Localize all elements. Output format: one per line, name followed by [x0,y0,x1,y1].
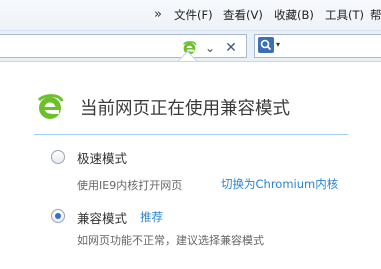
ie-logo-icon [37,94,64,119]
menu-favorites[interactable]: 收藏(B) [274,7,314,23]
radio-speed-mode[interactable] [51,150,65,164]
stop-close-icon[interactable]: ✕ [222,39,240,57]
address-input[interactable]: ⌄ ✕ [0,34,247,58]
menu-tools[interactable]: 工具(T) [325,7,364,23]
menu-help[interactable]: 帮 [370,7,381,23]
menu-bar: » 文件(F) 查看(V) 收藏(B) 工具(T) 帮 [0,0,381,30]
radio-compat-mode[interactable] [51,209,65,223]
compat-mode-popup: 当前网页正在使用兼容模式 极速模式 使用IE9内核打开网页 切换为Chromiu… [0,61,381,269]
menu-file[interactable]: 文件(F) [174,7,213,23]
title-divider [34,134,348,135]
compat-mode-label[interactable]: 兼容模式 [77,208,127,227]
menu-view[interactable]: 查看(V) [223,7,263,23]
more-menus-chevron[interactable]: » [154,7,162,22]
search-engine-dropdown-icon[interactable]: ▾ [276,40,280,49]
speed-mode-label[interactable]: 极速模式 [77,148,127,167]
popup-title: 当前网页正在使用兼容模式 [80,99,290,119]
speed-mode-description: 使用IE9内核打开网页 [77,179,183,192]
recommended-badge: 推荐 [140,210,163,224]
switch-chromium-link[interactable]: 切换为Chromium内核 [221,176,338,192]
address-dropdown-icon[interactable]: ⌄ [201,39,219,57]
compat-mode-description: 如网页功能不正常，建议选择兼容模式 [77,234,264,247]
search-input[interactable]: ▾ [254,34,381,58]
search-icon[interactable] [258,37,274,53]
